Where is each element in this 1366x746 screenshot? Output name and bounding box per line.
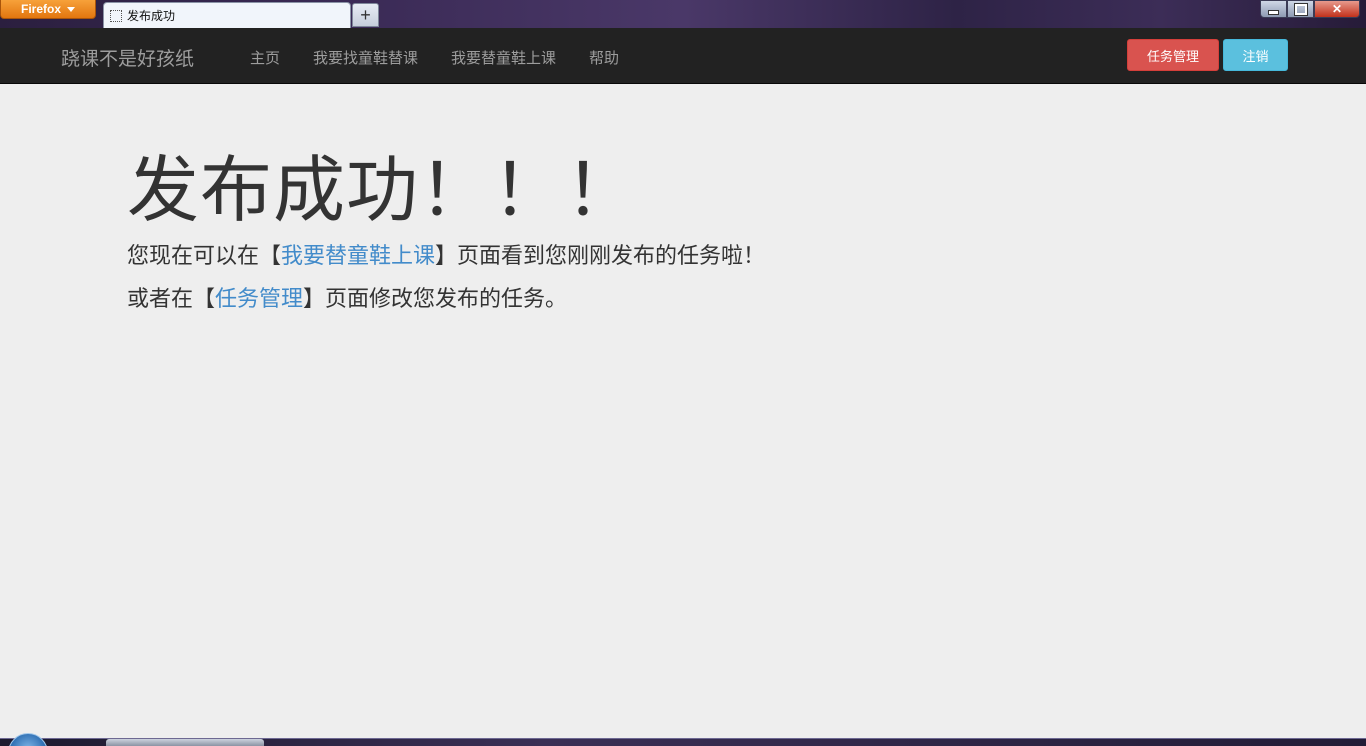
- page-title: 发布成功！！！: [127, 148, 639, 232]
- nav-link-substitute-class[interactable]: 我要替童鞋上课: [451, 47, 556, 68]
- caret-down-icon: [67, 6, 75, 12]
- close-icon: ✕: [1331, 2, 1343, 16]
- browser-titlebar: Firefox 发布成功 + ✕: [0, 0, 1366, 28]
- site-navbar: 跷课不是好孩纸 主页 我要找童鞋替课 我要替童鞋上课 帮助 任务管理 注销: [0, 28, 1366, 84]
- window-controls: ✕: [1260, 0, 1360, 19]
- nav-link-home[interactable]: 主页: [250, 47, 280, 68]
- logout-button[interactable]: 注销: [1223, 39, 1288, 71]
- brand-link[interactable]: 跷课不是好孩纸: [61, 44, 194, 71]
- nav-links: 主页 我要找童鞋替课 我要替童鞋上课 帮助: [250, 47, 619, 68]
- start-button[interactable]: [8, 733, 48, 746]
- success-message-line-1: 您现在可以在【我要替童鞋上课】页面看到您刚刚发布的任务啦！: [127, 235, 765, 278]
- line2-suffix: 】页面修改您发布的任务。: [303, 287, 568, 312]
- main-content: 发布成功！！！ 您现在可以在【我要替童鞋上课】页面看到您刚刚发布的任务啦！ 或者…: [127, 145, 765, 321]
- success-message-line-2: 或者在【任务管理】页面修改您发布的任务。: [127, 278, 765, 321]
- nav-link-help[interactable]: 帮助: [589, 47, 619, 68]
- plus-icon: +: [360, 4, 371, 25]
- minimize-icon: [1268, 9, 1279, 15]
- minimize-button[interactable]: [1260, 0, 1287, 18]
- line1-prefix: 您现在可以在【: [127, 244, 282, 269]
- line2-prefix: 或者在【: [127, 287, 216, 312]
- browser-tab[interactable]: 发布成功: [103, 2, 351, 28]
- taskbar-firefox-item[interactable]: [106, 739, 264, 746]
- tab-title: 发布成功: [127, 9, 176, 23]
- maximize-button[interactable]: [1287, 0, 1314, 18]
- restore-icon: [1293, 2, 1308, 16]
- firefox-menu-button[interactable]: Firefox: [0, 0, 96, 19]
- line1-suffix: 】页面看到您刚刚发布的任务啦！: [435, 244, 766, 269]
- substitute-class-link[interactable]: 我要替童鞋上课: [281, 244, 435, 269]
- task-management-button[interactable]: 任务管理: [1127, 39, 1219, 71]
- task-management-link[interactable]: 任务管理: [215, 287, 303, 312]
- close-button[interactable]: ✕: [1314, 0, 1360, 18]
- new-tab-button[interactable]: +: [352, 3, 379, 27]
- nav-link-find-substitute[interactable]: 我要找童鞋替课: [313, 47, 418, 68]
- firefox-menu-label: Firefox: [20, 2, 61, 16]
- page-icon: [110, 9, 122, 22]
